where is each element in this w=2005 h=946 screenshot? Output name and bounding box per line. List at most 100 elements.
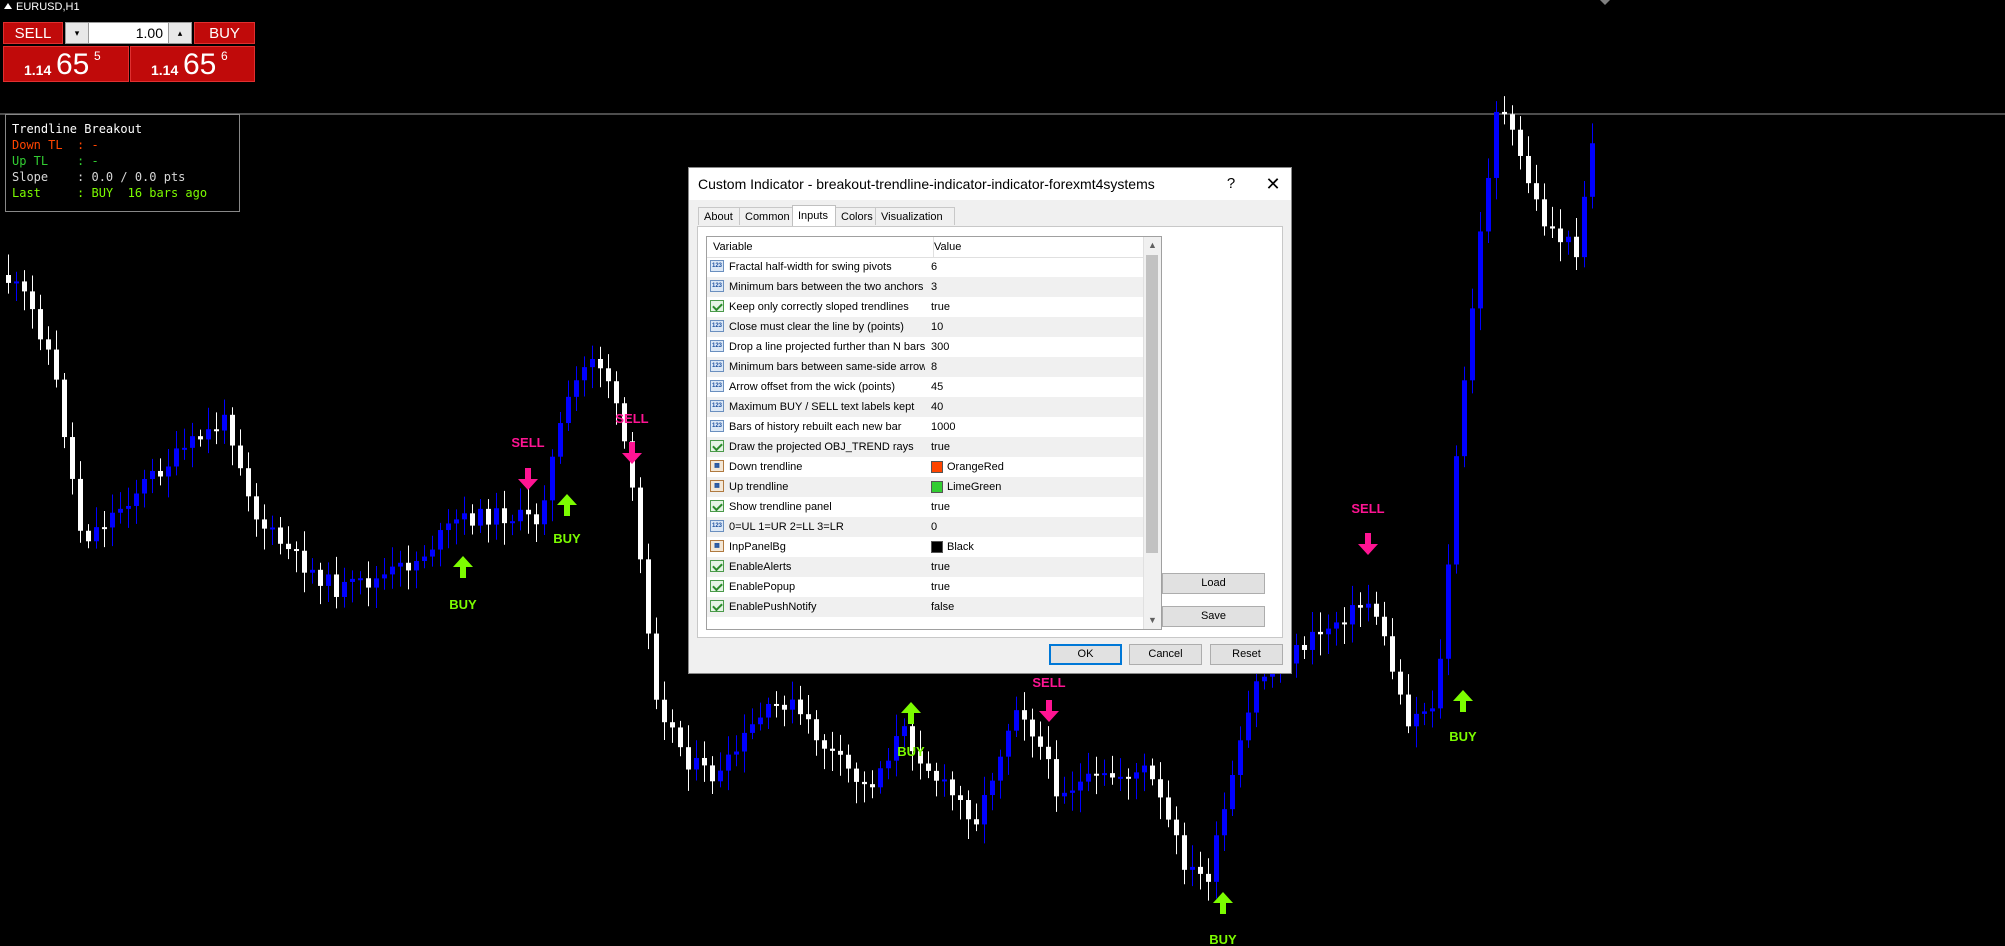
input-row[interactable]: 123 Drop a line projected further than N … xyxy=(707,337,1143,358)
tab-about[interactable]: About xyxy=(698,207,740,225)
color-swatch[interactable] xyxy=(931,461,943,473)
input-value[interactable]: 6 xyxy=(931,257,937,277)
buy-arrow-icon xyxy=(1453,690,1473,712)
ok-button[interactable]: OK xyxy=(1049,644,1122,665)
input-row[interactable]: 123 Bars of history rebuilt each new bar 1… xyxy=(707,417,1143,438)
reset-button[interactable]: Reset xyxy=(1210,644,1283,665)
boolean-param-icon xyxy=(710,500,724,512)
input-value[interactable]: true xyxy=(931,297,950,317)
scroll-down-icon[interactable]: ▼ xyxy=(1144,612,1161,629)
grid-scrollbar[interactable]: ▲ ▼ xyxy=(1143,237,1161,629)
input-value[interactable]: OrangeRed xyxy=(947,457,1004,477)
input-row[interactable]: 123 0=UL 1=UR 2=LL 3=LR 0 xyxy=(707,517,1143,538)
column-header-variable[interactable]: Variable xyxy=(707,237,934,257)
input-name: Draw the projected OBJ_TREND rays xyxy=(729,441,914,453)
scroll-up-icon[interactable]: ▲ xyxy=(1144,237,1161,254)
tab-visualization[interactable]: Visualization xyxy=(875,207,955,225)
sell-arrow-icon xyxy=(1039,700,1059,722)
lot-size-input[interactable]: 1.00 xyxy=(90,23,167,43)
color-param-icon: ▦ xyxy=(710,540,724,552)
color-swatch[interactable] xyxy=(931,541,943,553)
input-name: 0=UL 1=UR 2=LL 3=LR xyxy=(729,521,844,533)
input-value[interactable]: Black xyxy=(947,537,974,557)
input-row[interactable]: 123 Maximum BUY / SELL text labels kept 40 xyxy=(707,397,1143,418)
input-name: Show trendline panel xyxy=(729,501,832,513)
sell-signal-label: SELL xyxy=(615,411,648,426)
buy-arrow-icon xyxy=(453,556,473,578)
sell-button[interactable]: SELL xyxy=(3,22,63,44)
input-row[interactable]: ▦ InpPanelBg Black xyxy=(707,537,1143,558)
input-name: Fractal half-width for swing pivots xyxy=(729,261,892,273)
integer-param-icon: 123 xyxy=(710,360,724,372)
sell-signal-label: SELL xyxy=(1032,675,1065,690)
input-row[interactable]: 123 Close must clear the line by (points)… xyxy=(707,317,1143,338)
input-value[interactable]: LimeGreen xyxy=(947,477,1001,497)
close-icon[interactable]: ✕ xyxy=(1257,171,1289,197)
input-name: Down trendline xyxy=(729,461,803,473)
scroll-thumb[interactable] xyxy=(1146,255,1158,553)
inputs-grid: Variable Value 123 Fractal half-width for… xyxy=(706,236,1162,630)
symbol-text: EURUSD,H1 xyxy=(16,1,80,13)
inputs-tab-page: Variable Value 123 Fractal half-width for… xyxy=(697,226,1283,638)
input-row[interactable]: 123 Arrow offset from the wick (points) 45 xyxy=(707,377,1143,398)
input-row[interactable]: ▦ Down trendline OrangeRed xyxy=(707,457,1143,478)
help-icon[interactable]: ? xyxy=(1219,172,1243,196)
input-row[interactable]: ▦ Up trendline LimeGreen xyxy=(707,477,1143,498)
save-button[interactable]: Save xyxy=(1162,606,1265,627)
load-button[interactable]: Load xyxy=(1162,573,1265,594)
integer-param-icon: 123 xyxy=(710,320,724,332)
lot-decrease-button[interactable]: ▾ xyxy=(66,23,89,43)
bid-price-button[interactable]: 1.14 65 5 xyxy=(3,46,129,82)
column-header-value[interactable]: Value xyxy=(928,237,961,257)
ask-price-button[interactable]: 1.14 65 6 xyxy=(130,46,255,82)
tab-colors[interactable]: Colors xyxy=(835,207,876,225)
boolean-param-icon xyxy=(710,300,724,312)
input-value[interactable]: 10 xyxy=(931,317,943,337)
panel-last-signal: Last : BUY 16 bars ago xyxy=(12,186,208,200)
lot-size-stepper[interactable]: ▾ 1.00 ▴ xyxy=(65,22,192,44)
input-value[interactable]: false xyxy=(931,597,954,617)
buy-button[interactable]: BUY xyxy=(194,22,255,44)
trendline-info-panel: Trendline Breakout Down TL : - Up TL : -… xyxy=(5,114,240,212)
input-name: InpPanelBg xyxy=(729,541,786,553)
dialog-titlebar[interactable]: Custom Indicator - breakout-trendline-in… xyxy=(689,168,1291,200)
input-row[interactable]: Show trendline panel true xyxy=(707,497,1143,518)
cancel-button[interactable]: Cancel xyxy=(1129,644,1202,665)
input-row[interactable]: Draw the projected OBJ_TREND rays true xyxy=(707,437,1143,458)
input-name: Bars of history rebuilt each new bar xyxy=(729,421,902,433)
input-row[interactable]: EnablePushNotify false xyxy=(707,597,1143,618)
input-value[interactable]: true xyxy=(931,557,950,577)
panel-slope: Slope : 0.0 / 0.0 pts xyxy=(12,170,186,184)
input-row[interactable]: 123 Fractal half-width for swing pivots 6 xyxy=(707,257,1143,278)
input-value[interactable]: 1000 xyxy=(931,417,955,437)
buy-signal-label: BUY xyxy=(1449,729,1477,744)
integer-param-icon: 123 xyxy=(710,420,724,432)
input-row[interactable]: Keep only correctly sloped trendlines tru… xyxy=(707,297,1143,318)
input-value[interactable]: true xyxy=(931,497,950,517)
input-row[interactable]: EnableAlerts true xyxy=(707,557,1143,578)
input-row[interactable]: 123 Minimum bars between same-side arrows… xyxy=(707,357,1143,378)
input-value[interactable]: true xyxy=(931,577,950,597)
color-swatch[interactable] xyxy=(931,481,943,493)
ask-price-big: 1.14 xyxy=(151,62,179,78)
input-row[interactable]: 123 Minimum bars between the two anchors 3 xyxy=(707,277,1143,298)
input-value[interactable]: 300 xyxy=(931,337,949,357)
buy-signal-label: BUY xyxy=(897,744,925,759)
input-row[interactable]: EnablePopup true xyxy=(707,577,1143,598)
input-value[interactable]: 0 xyxy=(931,517,937,537)
integer-param-icon: 123 xyxy=(710,520,724,532)
input-value[interactable]: true xyxy=(931,437,950,457)
input-name: Minimum bars between same-side arrows xyxy=(729,361,925,373)
input-value[interactable]: 3 xyxy=(931,277,937,297)
tab-common[interactable]: Common xyxy=(739,207,793,225)
input-value[interactable]: 45 xyxy=(931,377,943,397)
lot-increase-button[interactable]: ▴ xyxy=(168,23,191,43)
input-name: EnableAlerts xyxy=(729,561,792,573)
input-name: Arrow offset from the wick (points) xyxy=(729,381,896,393)
input-value[interactable]: 40 xyxy=(931,397,943,417)
bid-price-pips: 65 xyxy=(56,48,90,81)
tab-inputs[interactable]: Inputs xyxy=(792,205,836,226)
input-name: Close must clear the line by (points) xyxy=(729,321,904,333)
input-name: EnablePushNotify xyxy=(729,601,817,613)
input-value[interactable]: 8 xyxy=(931,357,937,377)
